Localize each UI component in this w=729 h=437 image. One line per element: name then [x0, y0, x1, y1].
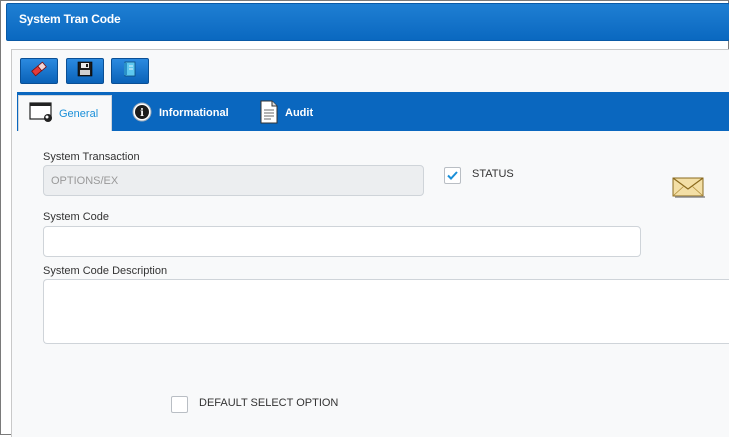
window-title: System Tran Code	[19, 12, 121, 26]
main-panel: General i Informational Audit System Tra…	[11, 49, 729, 437]
tab-audit[interactable]: Audit	[249, 95, 329, 131]
tab-audit-label: Audit	[285, 107, 314, 119]
title-bar: System Tran Code	[6, 3, 729, 41]
default-select-option-checkbox[interactable]	[171, 396, 188, 413]
tab-informational[interactable]: i Informational	[121, 95, 246, 131]
app-window: System Tran Code General i Informational…	[0, 0, 729, 437]
tab-general[interactable]: General	[18, 95, 112, 131]
system-transaction-label: System Transaction	[43, 151, 140, 163]
system-code-description-textarea[interactable]	[43, 279, 729, 344]
tab-informational-label: Informational	[159, 107, 229, 119]
envelope-icon[interactable]	[672, 176, 706, 203]
default-select-option-label: DEFAULT SELECT OPTION	[199, 397, 339, 409]
system-code-label: System Code	[43, 211, 110, 223]
system-code-input[interactable]	[43, 226, 641, 257]
save-button[interactable]	[66, 58, 104, 84]
system-transaction-value: OPTIONS/EX	[51, 174, 119, 187]
window-icon	[29, 101, 53, 126]
system-code-description-label: System Code Description	[43, 265, 168, 277]
eraser-icon	[30, 61, 48, 82]
svg-text:i: i	[140, 108, 144, 119]
status-checkbox[interactable]	[444, 167, 461, 184]
tab-general-label: General	[59, 107, 99, 120]
info-icon: i	[131, 101, 153, 126]
save-icon	[77, 61, 93, 82]
clear-button[interactable]	[20, 58, 58, 84]
tab-bar: General i Informational Audit	[17, 92, 729, 131]
check-icon	[447, 171, 458, 180]
document-icon	[259, 100, 279, 127]
system-transaction-field: OPTIONS/EX	[43, 165, 424, 196]
notebook-icon	[122, 61, 138, 82]
notes-button[interactable]	[111, 58, 149, 84]
status-label: STATUS	[472, 168, 514, 180]
